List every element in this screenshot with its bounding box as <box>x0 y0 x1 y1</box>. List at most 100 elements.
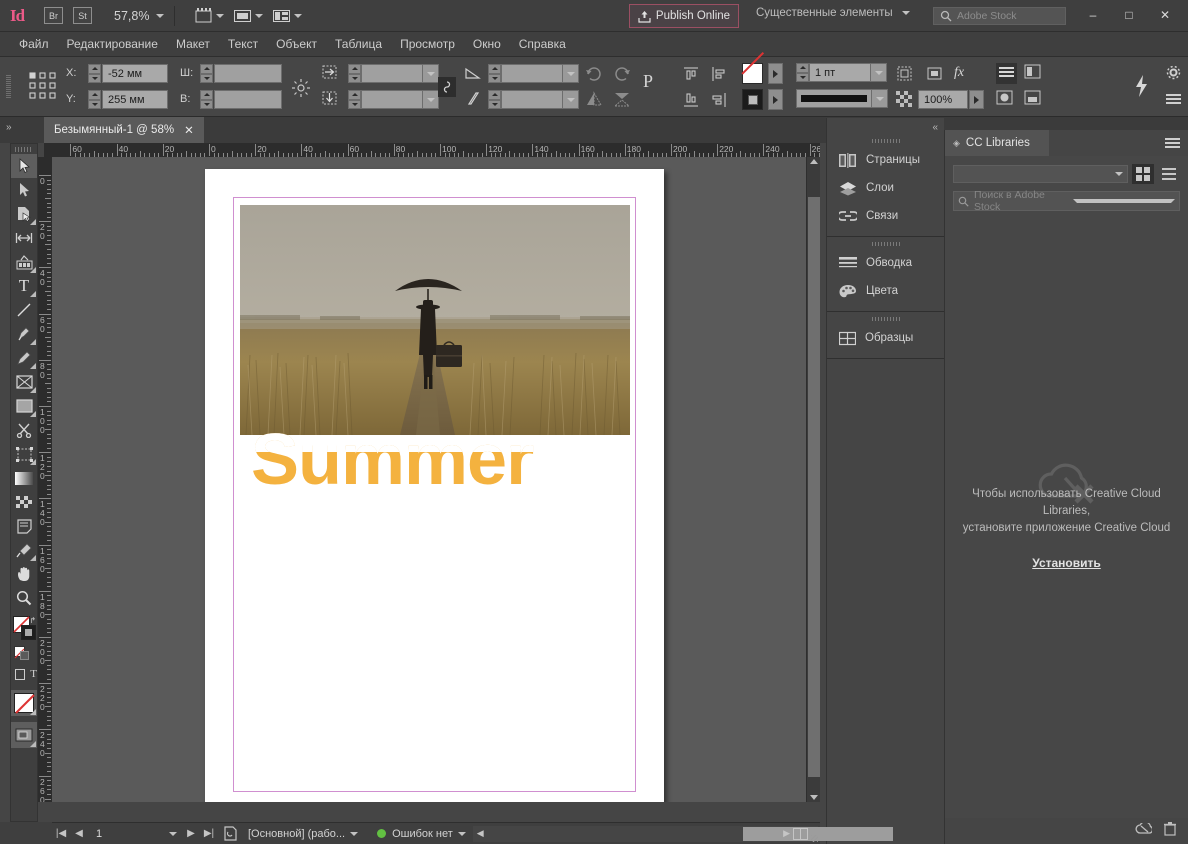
scale-x-combo[interactable] <box>348 64 439 83</box>
effects-fx-button[interactable]: fx <box>954 65 964 81</box>
tools-panel-grip[interactable] <box>11 144 37 154</box>
publish-online-button[interactable]: Publish Online <box>629 4 739 28</box>
menu-item-edit[interactable]: Редактирование <box>58 32 167 57</box>
document-page[interactable]: Summer Summer <box>205 169 664 802</box>
note-tool[interactable] <box>11 514 37 538</box>
adobe-stock-search[interactable]: Adobe Stock <box>933 7 1066 25</box>
placed-image-frame[interactable] <box>240 205 630 435</box>
cloud-sync-icon[interactable] <box>1135 821 1154 840</box>
collapse-dock-icon[interactable]: « <box>932 122 938 133</box>
scroll-right-arrow-icon[interactable]: ▶ <box>783 828 790 839</box>
align-left-icon[interactable] <box>710 65 728 88</box>
chevron-down-icon[interactable] <box>1073 199 1175 203</box>
grid-view-button[interactable] <box>1132 164 1154 184</box>
y-stepper[interactable] <box>88 90 101 109</box>
type-tool[interactable]: T <box>11 274 37 298</box>
master-page-field[interactable]: [Основной] (рабо... <box>242 828 345 840</box>
first-page-button[interactable]: |◀ <box>52 823 70 844</box>
split-layout-icon[interactable] <box>793 827 808 840</box>
cc-libraries-tab[interactable]: ◈ CC Libraries <box>945 130 1049 156</box>
gradient-swatch-tool[interactable] <box>11 466 37 490</box>
transparency-icon[interactable] <box>896 91 912 112</box>
x-stepper[interactable] <box>88 64 101 83</box>
panel-group-grip[interactable] <box>827 312 944 324</box>
resize-grip[interactable] <box>811 834 818 842</box>
control-bar-grip[interactable] <box>6 75 11 99</box>
distribute-vertical-icon[interactable] <box>682 91 700 114</box>
text-wrap-icon[interactable] <box>896 65 913 87</box>
list-view-button[interactable] <box>1158 164 1180 184</box>
vertical-scroll-thumb[interactable] <box>808 197 820 777</box>
free-transform-tool[interactable] <box>11 442 37 466</box>
menu-item-file[interactable]: Файл <box>10 32 58 57</box>
menu-item-window[interactable]: Окно <box>464 32 510 57</box>
canvas-vertical-scrollbar[interactable] <box>806 157 820 802</box>
scissors-tool[interactable] <box>11 418 37 442</box>
panel-menu-icon[interactable] <box>1166 93 1181 111</box>
y-field[interactable]: 255 мм <box>102 90 168 109</box>
reference-point-proxy[interactable] <box>28 71 58 106</box>
master-page-dropdown[interactable] <box>345 823 363 844</box>
rotate-ccw-button[interactable] <box>585 65 603 88</box>
width-field[interactable] <box>214 64 282 83</box>
close-button[interactable]: ✕ <box>1148 2 1182 28</box>
zoom-level-selector[interactable]: 57,8% <box>114 9 165 23</box>
pen-tool[interactable] <box>11 322 37 346</box>
text-frame-columns-icon[interactable] <box>996 63 1017 84</box>
last-page-button[interactable]: ▶| <box>200 823 218 844</box>
frame-tool[interactable] <box>11 370 37 394</box>
preflight-dropdown[interactable] <box>453 823 471 844</box>
scroll-up-arrow-icon[interactable] <box>810 159 818 164</box>
panel-item-pages[interactable]: Страницы <box>827 146 944 174</box>
delete-icon[interactable] <box>1164 821 1176 841</box>
stroke-swatch-menu[interactable] <box>768 63 783 84</box>
apply-none-button[interactable] <box>11 690 37 716</box>
library-select[interactable] <box>953 165 1128 183</box>
frame-fit-content-icon[interactable] <box>996 89 1013 111</box>
content-collector-tool[interactable] <box>11 250 37 274</box>
master-page-icon[interactable] <box>218 823 242 844</box>
horizontal-ruler[interactable]: 60 40 20 0 20 40 60 80 100 120 140 160 180 200 220 240 2… <box>44 143 820 157</box>
bridge-button[interactable]: Br <box>44 7 63 24</box>
menu-item-type[interactable]: Текст <box>219 32 267 57</box>
page-number-dropdown[interactable] <box>164 823 182 844</box>
adobe-stock-search-input[interactable]: Поиск в Adobe Stock <box>953 189 1180 213</box>
stroke-swatch[interactable] <box>742 63 763 84</box>
panel-group-grip[interactable] <box>827 237 944 249</box>
constrain-proportions-icon[interactable] <box>292 79 310 102</box>
fill-stroke-proxy[interactable]: ↱ <box>11 616 37 646</box>
previous-page-button[interactable]: ◀ <box>70 823 88 844</box>
document-tab[interactable]: Безымянный-1 @ 58% ✕ <box>44 117 204 143</box>
scale-y-combo[interactable] <box>348 90 439 109</box>
document-canvas[interactable]: Summer Summer <box>52 157 820 802</box>
stroke-weight-combo[interactable]: 1 пт <box>796 63 887 82</box>
horizontal-scrollbar[interactable]: ◀ ▶ <box>472 825 893 842</box>
zoom-tool[interactable] <box>11 586 37 610</box>
formatting-affects-toggle[interactable]: T <box>11 664 37 684</box>
rotation-angle-combo[interactable] <box>488 64 579 83</box>
width-stepper[interactable] <box>200 64 213 83</box>
cc-panel-menu-icon[interactable] <box>1165 136 1180 154</box>
maximize-button[interactable]: □ <box>1112 2 1146 28</box>
text-frame-inset-icon[interactable] <box>1024 63 1041 85</box>
menu-item-table[interactable]: Таблица <box>326 32 391 57</box>
scale-y-icon[interactable] <box>322 90 338 106</box>
scale-x-icon[interactable] <box>322 64 338 80</box>
height-field[interactable] <box>214 90 282 109</box>
gear-icon[interactable] <box>1166 65 1181 85</box>
swap-default-colors[interactable] <box>11 646 37 664</box>
direct-selection-tool[interactable] <box>11 178 37 202</box>
menu-item-object[interactable]: Объект <box>267 32 326 57</box>
stroke-weight-field[interactable]: 1 пт <box>809 63 871 82</box>
opacity-menu[interactable] <box>969 90 984 109</box>
page-number-field[interactable]: 1 <box>88 825 164 842</box>
height-stepper[interactable] <box>200 90 213 109</box>
panel-item-swatches[interactable]: Образцы <box>827 324 944 352</box>
collapse-panel-icon[interactable]: » <box>6 122 12 133</box>
view-options-button[interactable] <box>195 8 225 23</box>
align-top-icon[interactable] <box>682 65 700 88</box>
minimize-button[interactable]: – <box>1076 2 1110 28</box>
close-icon[interactable]: ✕ <box>184 123 194 137</box>
flip-vertical-button[interactable] <box>613 91 631 114</box>
screen-mode-button[interactable] <box>234 9 264 23</box>
